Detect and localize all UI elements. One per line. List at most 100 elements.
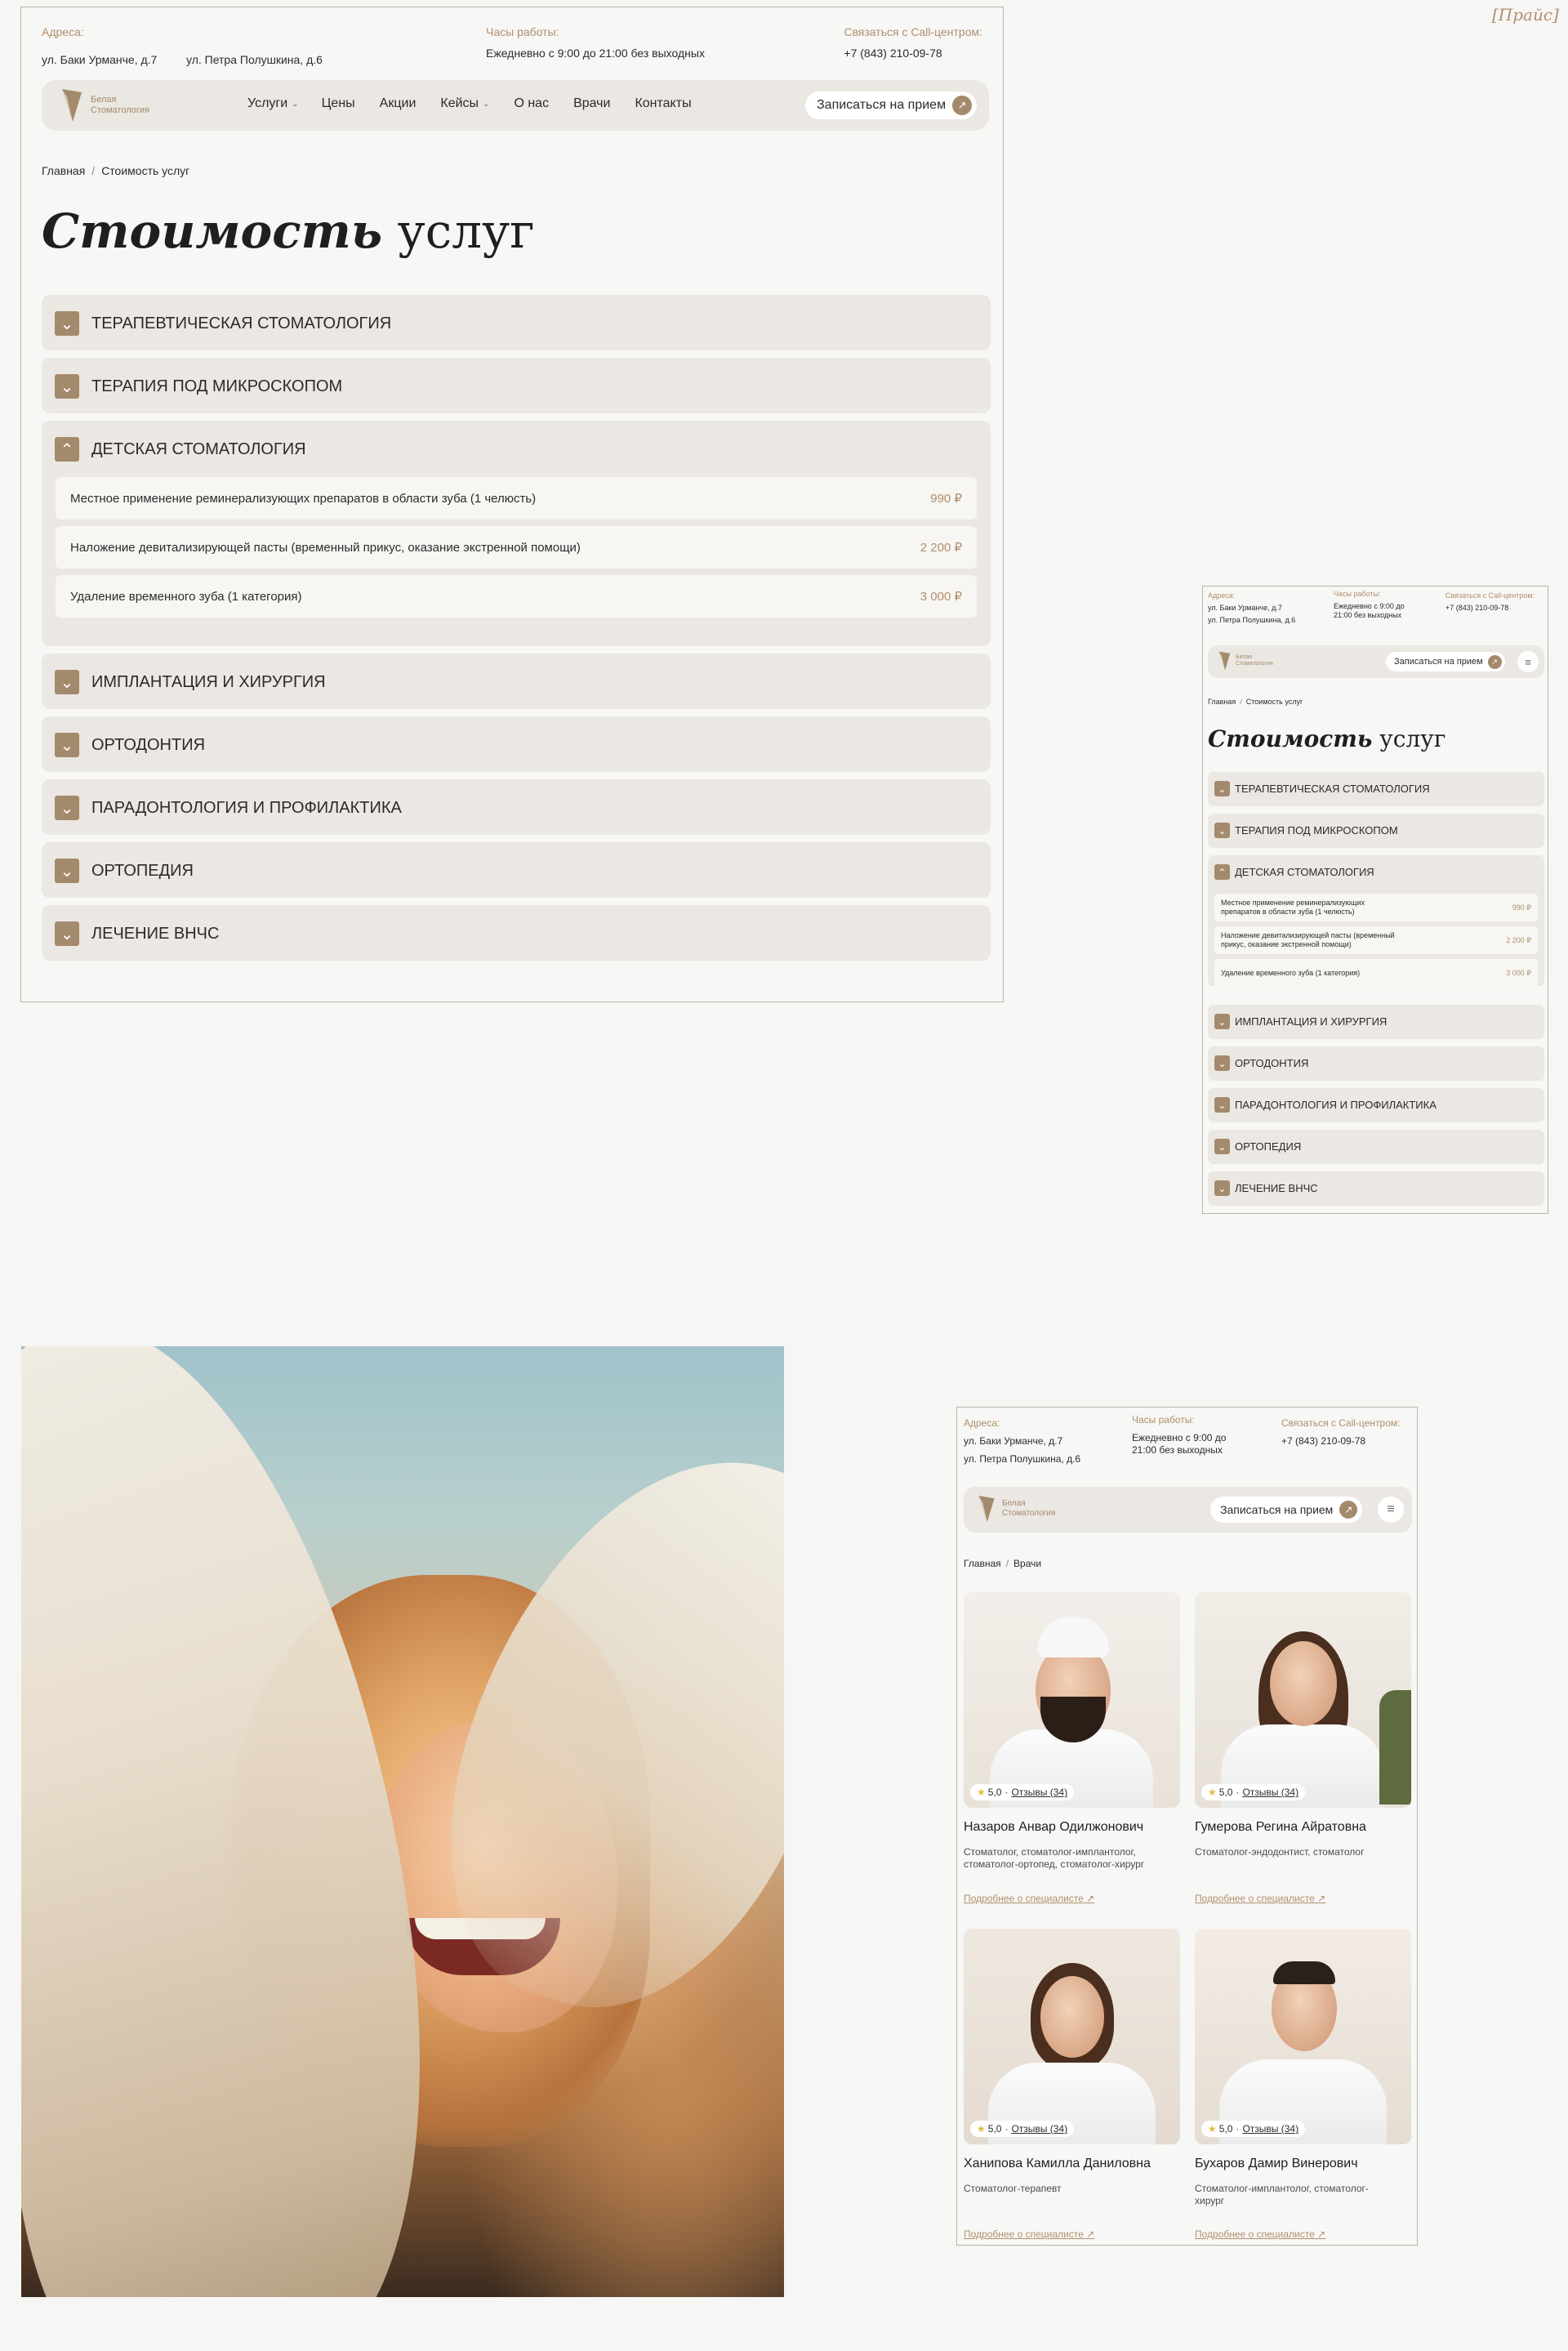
accordion-section[interactable]: ⌄ ОРТОДОНТИЯ xyxy=(42,716,991,772)
chevron-down-icon: ⌄ xyxy=(55,374,79,399)
accordion-section[interactable]: ⌄ ЛЕЧЕНИЕ ВНЧС xyxy=(1208,1171,1544,1206)
reviews-link[interactable]: Отзывы (34) xyxy=(1011,2123,1067,2135)
accordion-section[interactable]: ⌄ ЛЕЧЕНИЕ ВНЧС xyxy=(42,905,991,961)
addresses-label: Адреса: xyxy=(1208,591,1236,600)
hours-block: Часы работы: Ежедневно с 9:00 до 21:00 б… xyxy=(1334,590,1405,620)
addresses-block: Адреса: ул. Баки Урманче, д.7 ул. Петра … xyxy=(1208,590,1295,627)
addresses-label: Адреса: xyxy=(964,1417,1000,1429)
service-name-line-2: препаратов в области зуба (1 челюсть) xyxy=(1221,908,1355,916)
hamburger-menu-icon[interactable]: ≡ xyxy=(1378,1497,1404,1523)
price-row: Наложение девитализирующей пасты (времен… xyxy=(56,526,977,569)
menu-item-doctors[interactable]: Врачи xyxy=(573,96,610,111)
reviews-link[interactable]: Отзывы (34) xyxy=(1011,1787,1067,1798)
reviews-link[interactable]: Отзывы (34) xyxy=(1242,2123,1298,2135)
accordion-section[interactable]: ⌄ ИМПЛАНТАЦИЯ И ХИРУРГИЯ xyxy=(42,654,991,709)
chevron-down-icon: ⌄ xyxy=(292,99,299,109)
smiling-woman-photo xyxy=(21,1346,784,2297)
addresses-block: Адреса: ул. Баки Урманче, д.7 ул. Петра … xyxy=(42,25,323,66)
chevron-down-icon: ⌄ xyxy=(1214,823,1230,838)
accordion-section[interactable]: ⌄ ОРТОДОНТИЯ xyxy=(1208,1046,1544,1081)
accordion-section[interactable]: ⌄ ОРТОПЕДИЯ xyxy=(1208,1130,1544,1164)
chevron-down-icon: ⌄ xyxy=(55,311,79,336)
chevron-down-icon: ⌄ xyxy=(55,796,79,820)
breadcrumb-home[interactable]: Главная xyxy=(1208,698,1236,706)
doctor-photo[interactable] xyxy=(964,1592,1180,1808)
main-navbar: Белая Стоматология Услуги ⌄ Цены Акции Кей… xyxy=(42,80,989,131)
breadcrumb: Главная / Стоимость услуг xyxy=(1208,698,1303,706)
book-appointment-button[interactable]: Записаться на прием ↗ xyxy=(1210,1497,1363,1523)
call-block: Связаться с Call-центром: +7 (843) 210-0… xyxy=(844,25,982,60)
section-title: ТЕРАПЕВТИЧЕСКАЯ СТОМАТОЛОГИЯ xyxy=(1235,783,1430,795)
doctor-details-link[interactable]: Подробнее о специалисте ↗ xyxy=(964,2228,1094,2240)
service-name: Удаление временного зуба (1 категория) xyxy=(1221,969,1361,977)
breadcrumb-home[interactable]: Главная xyxy=(964,1558,1001,1569)
service-price: 3 000 ₽ xyxy=(920,590,962,604)
price-row: Местное применение реминерализующих преп… xyxy=(56,477,977,520)
hours-text: Ежедневно с 9:00 до 21:00 без выходных xyxy=(486,47,705,60)
service-price: 2 200 ₽ xyxy=(1506,935,1531,944)
section-title: ПАРАДОНТОЛОГИЯ И ПРОФИЛАКТИКА xyxy=(91,798,402,817)
section-title: ИМПЛАНТАЦИЯ И ХИРУРГИЯ xyxy=(1235,1015,1388,1028)
doctor-photo[interactable] xyxy=(964,1929,1180,2144)
logo-line-1: Белая xyxy=(1236,654,1253,660)
rating-badge: ★ 5,0 · Отзывы (34) xyxy=(970,1784,1075,1800)
doctor-role-line-2: стоматолог-ортопед, стоматолог-хирург xyxy=(964,1858,1145,1870)
accordion-section[interactable]: ⌄ ТЕРАПИЯ ПОД МИКРОСКОПОМ xyxy=(42,358,991,413)
doctor-details-label: Подробнее о специалисте xyxy=(1195,2228,1315,2240)
doctor-details-link[interactable]: Подробнее о специалисте ↗ xyxy=(1195,1893,1325,1904)
doctor-name[interactable]: Бухаров Дамир Винерович xyxy=(1195,2157,1358,2171)
breadcrumb-home[interactable]: Главная xyxy=(42,164,85,177)
breadcrumb: Главная / Врачи xyxy=(964,1558,1041,1569)
doctor-role: Стоматолог-эндодонтист, стоматолог xyxy=(1195,1846,1364,1858)
accordion-section[interactable]: ⌄ ТЕРАПЕВТИЧЕСКАЯ СТОМАТОЛОГИЯ xyxy=(1208,772,1544,806)
chevron-down-icon: ⌄ xyxy=(55,921,79,946)
title-regular: услуг xyxy=(397,203,535,259)
menu-item-promos[interactable]: Акции xyxy=(380,96,416,111)
section-title: ЛЕЧЕНИЕ ВНЧС xyxy=(91,924,220,943)
main-navbar: Белая Стоматология Записаться на прием ↗ … xyxy=(964,1487,1412,1532)
doctor-details-label: Подробнее о специалисте xyxy=(1195,1893,1315,1904)
logo[interactable]: Белая Стоматология xyxy=(977,1493,1055,1524)
top-info-bar: Адреса: ул. Баки Урманче, д.7 ул. Петра … xyxy=(42,25,982,66)
doctor-details-link[interactable]: Подробнее о специалисте ↗ xyxy=(1195,2228,1325,2240)
menu-item-cases[interactable]: Кейсы ⌄ xyxy=(440,96,489,111)
menu-item-prices[interactable]: Цены xyxy=(322,96,355,111)
service-name: Наложение девитализирующей пасты (времен… xyxy=(70,540,581,555)
doctor-photo[interactable] xyxy=(1195,1592,1411,1808)
menu-item-about[interactable]: О нас xyxy=(514,96,549,111)
desktop-price-page: Адреса: ул. Баки Урманче, д.7 ул. Петра … xyxy=(20,7,1004,1002)
phone-link[interactable]: +7 (843) 210-09-78 xyxy=(1446,602,1535,614)
menu-item-services[interactable]: Услуги ⌄ xyxy=(247,96,299,111)
doctor-name[interactable]: Назаров Анвар Одилжонович xyxy=(964,1820,1143,1835)
logo-line-2: Стоматология xyxy=(1002,1509,1056,1518)
logo[interactable]: Белая Стоматология xyxy=(1218,650,1273,671)
logo-line-1: Белая xyxy=(1002,1499,1026,1508)
accordion-section[interactable]: ⌄ ОРТОПЕДИЯ xyxy=(42,842,991,898)
accordion-section[interactable]: ⌄ ТЕРАПЕВТИЧЕСКАЯ СТОМАТОЛОГИЯ xyxy=(42,295,991,350)
service-name: Наложение девитализирующей пасты (времен… xyxy=(1221,931,1395,949)
accordion-section[interactable]: ⌄ ТЕРАПИЯ ПОД МИКРОСКОПОМ xyxy=(1208,814,1544,848)
accordion-section[interactable]: ⌄ ПАРАДОНТОЛОГИЯ И ПРОФИЛАКТИКА xyxy=(1208,1088,1544,1122)
service-price: 3 000 ₽ xyxy=(1506,968,1531,977)
price-row: Удаление временного зуба (1 категория) 3 … xyxy=(1214,959,1538,987)
doctor-name[interactable]: Гумерова Регина Айратовна xyxy=(1195,1820,1366,1835)
book-appointment-button[interactable]: Записаться на прием ↗ xyxy=(805,91,978,119)
menu-item-contacts[interactable]: Контакты xyxy=(635,96,691,111)
book-appointment-button[interactable]: Записаться на прием ↗ xyxy=(1386,652,1505,671)
cta-label: Записаться на прием xyxy=(817,98,947,112)
phone-link[interactable]: +7 (843) 210-09-78 xyxy=(844,47,982,60)
accordion-section[interactable]: ⌄ ИМПЛАНТАЦИЯ И ХИРУРГИЯ xyxy=(1208,1005,1544,1039)
phone-link[interactable]: +7 (843) 210-09-78 xyxy=(1281,1432,1400,1450)
doctor-name[interactable]: Ханипова Камилла Даниловна xyxy=(964,2157,1151,2171)
breadcrumb: Главная / Стоимость услуг xyxy=(42,164,189,177)
doctor-details-label: Подробнее о специалисте xyxy=(964,1893,1084,1904)
reviews-link[interactable]: Отзывы (34) xyxy=(1242,1787,1298,1798)
arrow-up-right-icon: ↗ xyxy=(1487,654,1502,669)
doctor-photo[interactable] xyxy=(1195,1929,1411,2144)
doctor-details-link[interactable]: Подробнее о специалисте ↗ xyxy=(964,1893,1094,1904)
logo[interactable]: Белая Стоматология xyxy=(60,87,149,123)
accordion-section[interactable]: ⌄ ПАРАДОНТОЛОГИЯ И ПРОФИЛАКТИКА xyxy=(42,779,991,835)
hours-label: Часы работы: xyxy=(486,25,559,38)
logo-line-2: Стоматология xyxy=(1236,661,1273,667)
hamburger-menu-icon[interactable]: ≡ xyxy=(1517,651,1539,672)
